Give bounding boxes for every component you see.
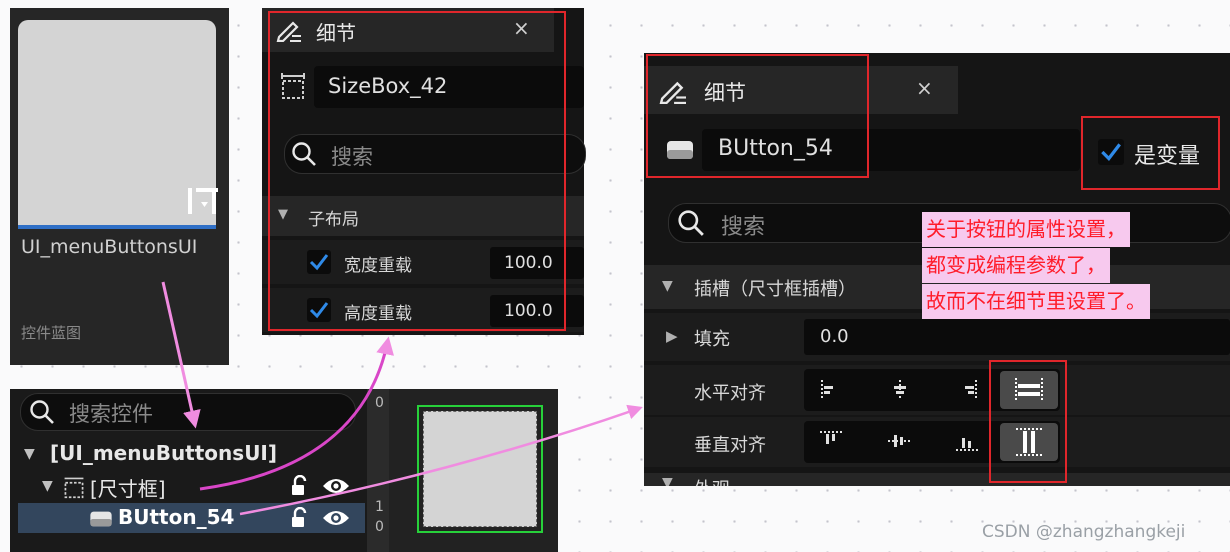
arrow-button-to-details [239, 404, 643, 516]
arrow-sizebox-to-details [199, 336, 394, 491]
watermark-text: CSDN @zhangzhangkeji [982, 522, 1186, 542]
arrow-asset-to-hierarchy [161, 281, 201, 429]
annotation-arrows [161, 281, 643, 516]
